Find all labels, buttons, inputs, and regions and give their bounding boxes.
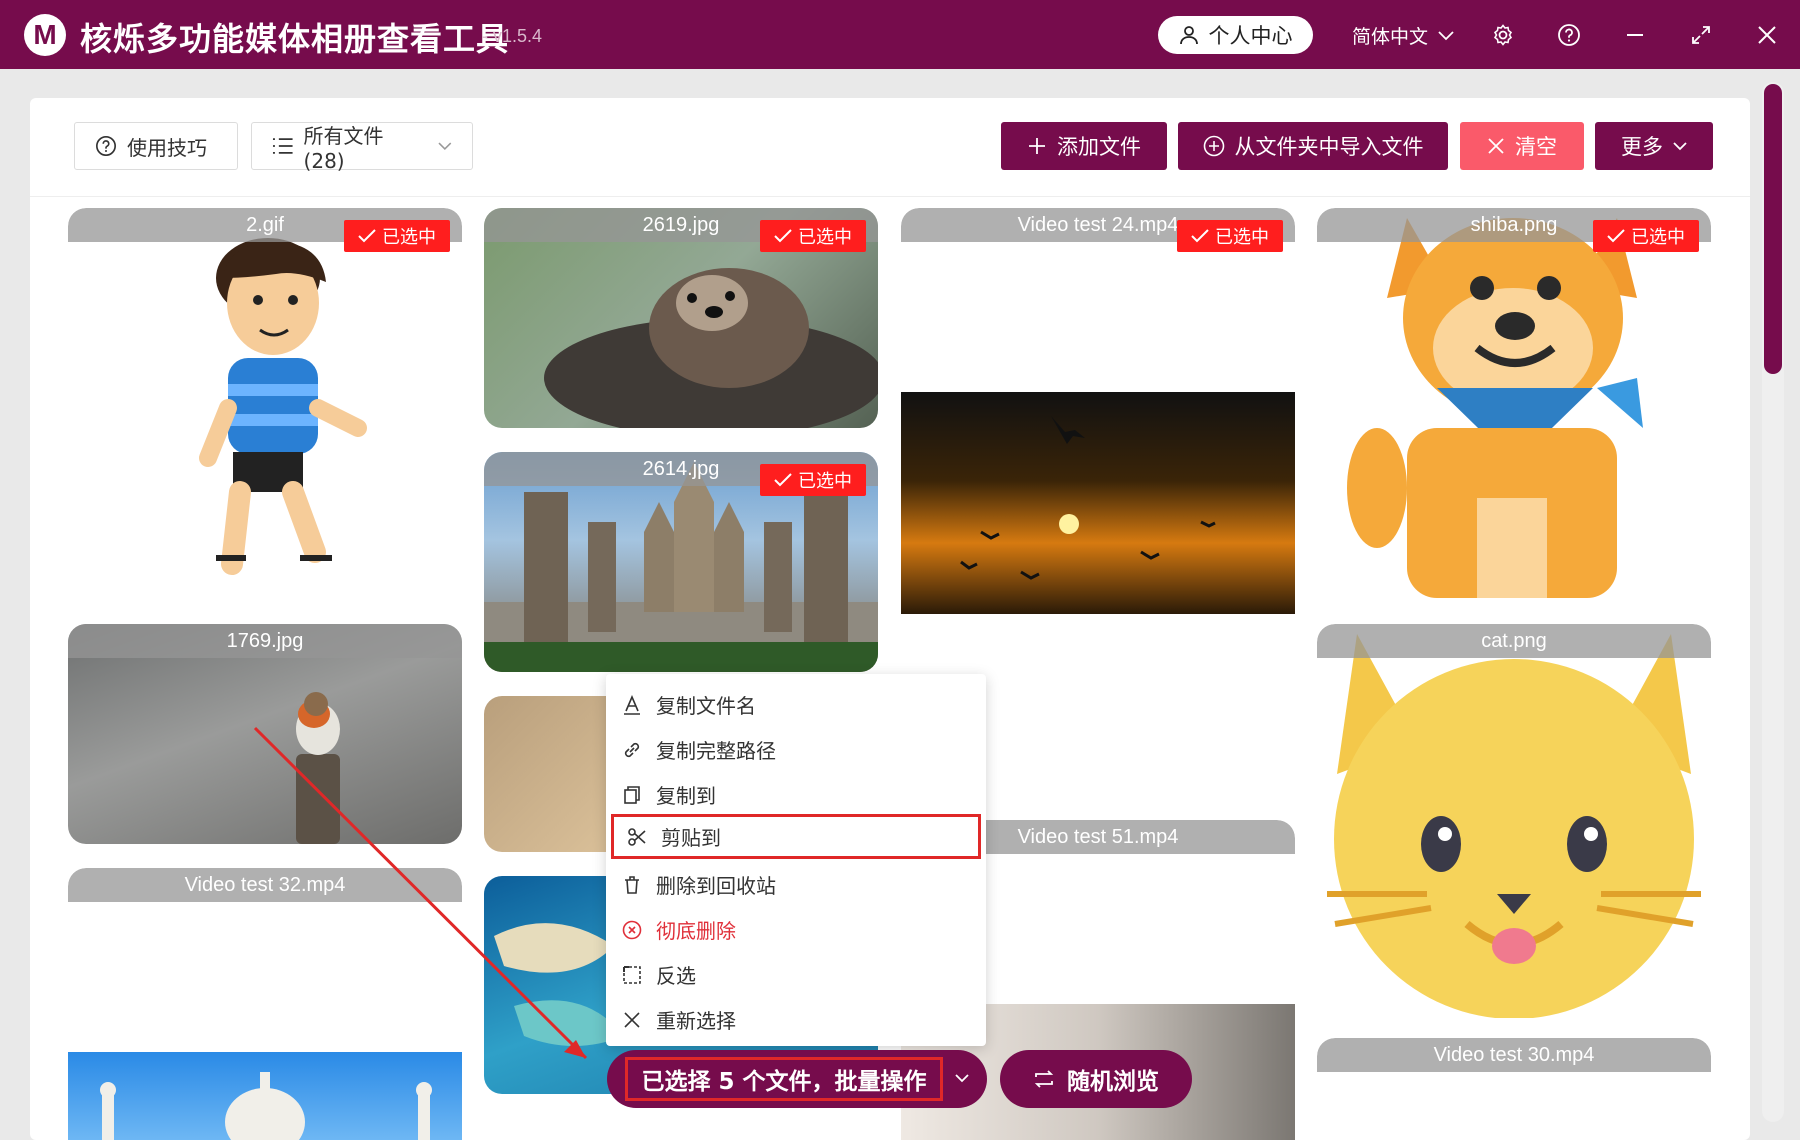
menu-item-label: 复制完整路径 (656, 739, 776, 763)
trash-icon (625, 875, 639, 894)
random-browse-label: 随机浏览 (1067, 1069, 1159, 1095)
language-label: 简体中文 (1352, 26, 1429, 48)
menu-item-label: 剪贴到 (661, 826, 721, 850)
scrollbar-thumb[interactable] (1764, 84, 1782, 374)
text-a-icon (624, 694, 640, 715)
invert-select-icon (623, 965, 641, 984)
app-version: - v1.5.4 (482, 26, 543, 46)
batch-operation-button[interactable]: 已选择 5 个文件，批量操作 (607, 1050, 987, 1108)
settings-icon[interactable] (1486, 18, 1520, 52)
language-select[interactable]: 简体中文 (1352, 22, 1454, 49)
menu-item-cut-to[interactable]: 剪贴到 (611, 814, 981, 859)
circle-x-icon (622, 920, 642, 939)
user-center-label: 个人中心 (1208, 24, 1293, 48)
chevron-down-icon (955, 1074, 969, 1083)
help-icon[interactable] (1552, 18, 1586, 52)
menu-item-invert-selection[interactable]: 反选 (606, 952, 986, 997)
app-title: 核烁多功能媒体相册查看工具 (80, 20, 510, 58)
close-icon[interactable] (1750, 18, 1784, 52)
copy-icon (624, 785, 640, 804)
menu-item-copy-path[interactable]: 复制完整路径 (606, 727, 986, 772)
maximize-icon[interactable] (1684, 18, 1718, 52)
random-browse-button[interactable]: 随机浏览 (1000, 1050, 1192, 1108)
menu-item-recycle[interactable]: 删除到回收站 (606, 862, 986, 907)
menu-item-label: 重新选择 (656, 1009, 736, 1033)
chevron-down-icon (1438, 30, 1454, 40)
link-icon (624, 742, 640, 757)
menu-item-label: 复制到 (656, 784, 716, 808)
scissors-icon (628, 827, 646, 846)
menu-item-copy-filename[interactable]: 复制文件名 (606, 682, 986, 727)
user-center-button[interactable]: 个人中心 (1158, 16, 1313, 54)
batch-context-menu: 复制文件名 复制完整路径 复制到 剪贴到 删除到回收站 彻底删除 反选 重新选择 (606, 674, 986, 1046)
menu-item-label: 彻底删除 (656, 919, 736, 943)
menu-item-delete-permanently[interactable]: 彻底删除 (606, 907, 986, 952)
batch-operation-label: 已选择 5 个文件，批量操作 (625, 1057, 943, 1101)
minimize-icon[interactable] (1618, 18, 1652, 52)
menu-item-label: 删除到回收站 (656, 874, 776, 898)
user-icon (1179, 26, 1198, 45)
menu-item-label: 反选 (656, 964, 696, 988)
menu-item-copy-to[interactable]: 复制到 (606, 772, 986, 817)
app-logo: M (24, 14, 66, 56)
repeat-icon (1034, 1070, 1054, 1088)
menu-item-reselect[interactable]: 重新选择 (606, 997, 986, 1042)
x-icon (624, 1011, 640, 1028)
menu-item-label: 复制文件名 (656, 694, 756, 718)
title-bar: M 核烁多功能媒体相册查看工具 - v1.5.4 个人中心 简体中文 (0, 0, 1800, 69)
